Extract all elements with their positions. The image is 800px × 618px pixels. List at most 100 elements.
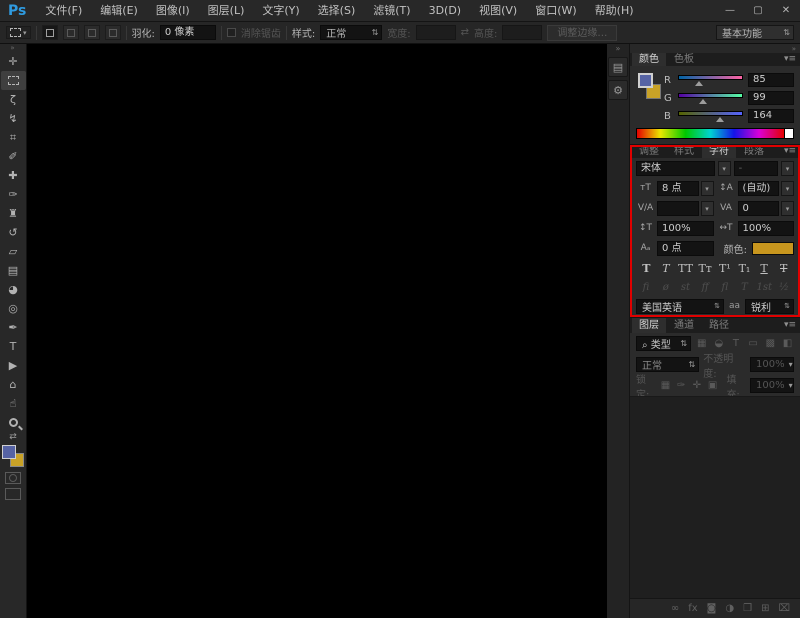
- green-slider[interactable]: [678, 91, 743, 105]
- horizontal-scale-input[interactable]: 100%: [738, 221, 795, 236]
- lock-transparency-icon[interactable]: ▦: [660, 380, 672, 391]
- gradient-tool[interactable]: ▤: [1, 261, 26, 280]
- path-selection-tool[interactable]: ▶: [1, 356, 26, 375]
- green-slider-track[interactable]: [678, 93, 743, 98]
- faux-bold-button[interactable]: T: [638, 262, 655, 275]
- tab-paths[interactable]: 路径: [702, 318, 736, 333]
- dodge-tool[interactable]: ◎: [1, 299, 26, 318]
- add-to-selection-button[interactable]: [63, 25, 79, 40]
- width-input[interactable]: [416, 25, 456, 40]
- toolbar-collapse-icon[interactable]: »: [0, 44, 26, 52]
- fill-input[interactable]: 100% ▾: [750, 378, 794, 393]
- swash-button[interactable]: ﬀ: [697, 282, 713, 293]
- lock-position-icon[interactable]: ✛: [691, 380, 703, 391]
- adjustment-layer-icon[interactable]: ◑: [725, 603, 734, 614]
- ligatures-button[interactable]: fi: [638, 282, 654, 293]
- tab-color[interactable]: 颜色: [632, 53, 666, 66]
- menu-edit[interactable]: 编辑(E): [91, 0, 147, 21]
- menu-window[interactable]: 窗口(W): [526, 0, 585, 21]
- link-layers-icon[interactable]: ∞: [671, 603, 679, 614]
- subscript-button[interactable]: T₁: [736, 262, 753, 275]
- pen-tool[interactable]: ✒: [1, 318, 26, 337]
- menu-filter[interactable]: 滤镜(T): [364, 0, 419, 21]
- shape-tool[interactable]: ⌂: [1, 375, 26, 394]
- red-value-input[interactable]: 85: [748, 73, 794, 87]
- small-caps-button[interactable]: Tᴛ: [697, 262, 714, 275]
- hand-tool[interactable]: ☝: [1, 394, 26, 413]
- history-brush-tool[interactable]: ↺: [1, 223, 26, 242]
- font-family-dropdown[interactable]: ▾: [718, 161, 731, 176]
- all-caps-button[interactable]: TT: [677, 262, 694, 275]
- leading-input[interactable]: (自动): [738, 181, 780, 196]
- tab-channels[interactable]: 通道: [667, 318, 701, 333]
- brush-tool[interactable]: ✑: [1, 185, 26, 204]
- tab-paragraph[interactable]: 段落: [737, 145, 771, 158]
- properties-panel-button[interactable]: ⚙: [608, 80, 628, 100]
- faux-italic-button[interactable]: T: [658, 262, 675, 275]
- green-slider-thumb[interactable]: [699, 99, 707, 104]
- menu-view[interactable]: 视图(V): [470, 0, 526, 21]
- font-size-input[interactable]: 8 点: [657, 181, 699, 196]
- ps-logo[interactable]: Ps: [0, 0, 36, 22]
- layer-style-icon[interactable]: fx: [688, 603, 697, 614]
- red-slider[interactable]: [678, 73, 743, 87]
- font-style-input[interactable]: -: [734, 161, 778, 176]
- tab-styles[interactable]: 样式: [667, 145, 701, 158]
- move-tool[interactable]: ✛: [1, 52, 26, 71]
- filter-toggle-icon[interactable]: ◧: [781, 338, 794, 349]
- red-slider-track[interactable]: [678, 75, 743, 80]
- tab-layers[interactable]: 图层: [632, 318, 666, 333]
- lock-pixels-icon[interactable]: ✑: [675, 380, 687, 391]
- panel-menu-icon[interactable]: ▾≡: [784, 53, 798, 66]
- blue-slider-track[interactable]: [678, 111, 743, 116]
- antialias-checkbox[interactable]: [227, 28, 236, 37]
- red-slider-thumb[interactable]: [695, 81, 703, 86]
- superscript-button[interactable]: T¹: [717, 262, 734, 275]
- kerning-dropdown[interactable]: ▾: [701, 201, 714, 216]
- dock-collapse-icon[interactable]: »: [792, 45, 796, 53]
- new-group-icon[interactable]: ❒: [743, 603, 752, 614]
- filter-type-layers-icon[interactable]: T: [729, 338, 742, 349]
- font-size-dropdown[interactable]: ▾: [701, 181, 714, 196]
- panel-menu-icon[interactable]: ▾≡: [784, 318, 798, 333]
- spot-healing-brush-tool[interactable]: ✚: [1, 166, 26, 185]
- lasso-tool[interactable]: ζ: [1, 90, 26, 109]
- history-panel-button[interactable]: ▤: [608, 57, 628, 77]
- language-select[interactable]: 美国英语 ⇅: [636, 299, 724, 314]
- menu-select[interactable]: 选择(S): [309, 0, 365, 21]
- foreground-color-swatch[interactable]: [638, 73, 653, 88]
- filter-shape-layers-icon[interactable]: ▭: [747, 338, 760, 349]
- tool-preset-picker[interactable]: ▾: [6, 26, 31, 39]
- menu-help[interactable]: 帮助(H): [586, 0, 643, 21]
- intersect-selection-button[interactable]: [105, 25, 121, 40]
- filter-pixel-layers-icon[interactable]: ▦: [695, 338, 708, 349]
- filter-adjustment-layers-icon[interactable]: ◒: [712, 338, 725, 349]
- zoom-tool[interactable]: [1, 413, 26, 432]
- style-select[interactable]: 正常 ⇅: [320, 25, 382, 40]
- filter-smart-objects-icon[interactable]: ▩: [764, 338, 777, 349]
- color-spectrum-ramp[interactable]: [636, 128, 785, 139]
- underline-button[interactable]: T: [756, 262, 773, 275]
- menu-file[interactable]: 文件(F): [36, 0, 91, 21]
- screen-mode-button[interactable]: [5, 488, 21, 500]
- height-input[interactable]: [502, 25, 542, 40]
- titling-alternates-button[interactable]: T: [737, 282, 753, 293]
- subtract-from-selection-button[interactable]: [84, 25, 100, 40]
- new-layer-icon[interactable]: ⊞: [761, 603, 769, 614]
- dock-collapse-icon[interactable]: »: [616, 44, 621, 54]
- ordinals-button[interactable]: 1st: [756, 282, 772, 293]
- leading-dropdown[interactable]: ▾: [781, 181, 794, 196]
- contextual-alternates-button[interactable]: ø: [658, 282, 674, 293]
- strikethrough-button[interactable]: T: [775, 262, 792, 275]
- font-family-input[interactable]: 宋体: [636, 161, 715, 176]
- menu-layer[interactable]: 图层(L): [199, 0, 254, 21]
- refine-edge-button[interactable]: 调整边缘…: [547, 25, 617, 41]
- menu-type[interactable]: 文字(Y): [253, 0, 308, 21]
- foreground-color-swatch[interactable]: [2, 445, 16, 459]
- antialias-select[interactable]: 锐利 ⇅: [745, 299, 794, 314]
- vertical-scale-input[interactable]: 100%: [657, 221, 714, 236]
- text-color-swatch[interactable]: [752, 242, 794, 255]
- menu-3d[interactable]: 3D(D): [420, 0, 471, 21]
- canvas[interactable]: [27, 44, 607, 618]
- font-style-dropdown[interactable]: ▾: [781, 161, 794, 176]
